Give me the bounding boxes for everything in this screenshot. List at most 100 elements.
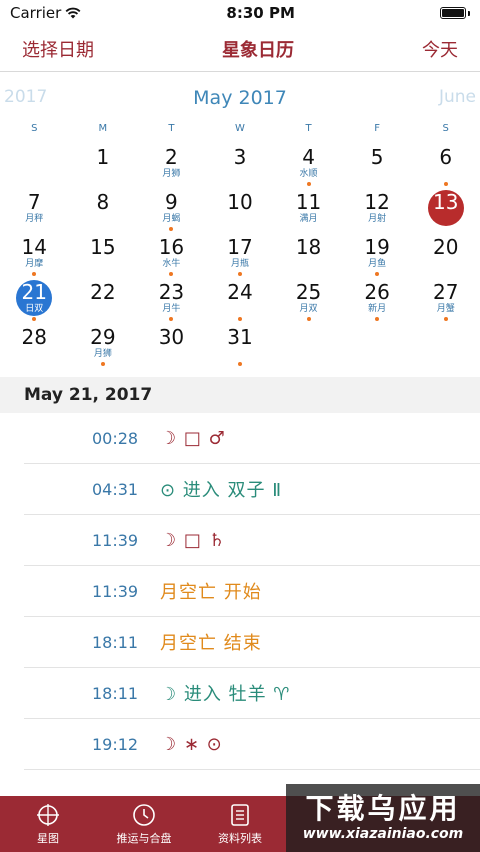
day-marker: 7 月秤 xyxy=(16,190,52,226)
battery-icon xyxy=(439,7,470,19)
day-marker: 17 月瓶 xyxy=(222,235,258,271)
event-row[interactable]: 18:11 月空亡 结束 xyxy=(24,617,480,668)
day-number: 19 xyxy=(364,235,390,259)
select-date-button[interactable]: 选择日期 xyxy=(22,36,94,62)
calendar-day[interactable]: 8 xyxy=(69,188,138,233)
day-marker: 24 xyxy=(222,280,258,316)
calendar-day[interactable]: 18 xyxy=(274,233,343,278)
calendar-day[interactable]: 1 xyxy=(69,143,138,188)
day-aspect-label: 月狮 xyxy=(93,349,112,359)
calendar-day[interactable]: 22 xyxy=(69,278,138,323)
day-number: 27 xyxy=(432,280,459,304)
day-aspect-label: 月射 xyxy=(368,214,387,224)
calendar-day[interactable]: 28 xyxy=(0,323,69,368)
calendar-day[interactable]: 13 xyxy=(411,188,480,233)
calendar-day[interactable]: 29 月狮 xyxy=(69,323,138,368)
tab-label: 星图 xyxy=(37,832,59,845)
event-row[interactable]: 19:12 ☽ ∗ ⊙ xyxy=(24,719,480,770)
calendar-day[interactable]: 10 xyxy=(206,188,275,233)
day-number: 29 xyxy=(90,325,116,349)
day-marker: 14 月摩 xyxy=(16,235,52,271)
day-aspect-label: 满月 xyxy=(299,214,318,224)
event-row[interactable]: 11:39 月空亡 开始 xyxy=(24,566,480,617)
day-number: 3 xyxy=(233,145,247,169)
tab-progressions[interactable]: 推运与合盘 xyxy=(96,796,192,852)
event-description: ☽ □ ♄ xyxy=(160,529,226,551)
day-number: 17 xyxy=(227,235,253,259)
day-marker: 12 月射 xyxy=(359,190,395,226)
calendar-day[interactable]: 27 月蟹 xyxy=(411,278,480,323)
event-row[interactable]: 00:28 ☽ □ ♂ xyxy=(24,413,480,464)
calendar-day[interactable]: 2 月狮 xyxy=(137,143,206,188)
weekday-header: S M T W T F S xyxy=(0,123,480,143)
calendar-day[interactable]: 21 日双 xyxy=(0,278,69,323)
day-marker: 27 月蟹 xyxy=(428,280,464,316)
day-marker: 25 月双 xyxy=(291,280,327,316)
calendar-empty-cell xyxy=(274,323,343,368)
next-month-label[interactable]: June xyxy=(439,87,476,107)
day-marker: 19 月鱼 xyxy=(359,235,395,271)
calendar-day[interactable]: 7 月秤 xyxy=(0,188,69,233)
day-marker: 28 xyxy=(16,325,52,361)
event-row[interactable]: 18:11 ☽ 进入 牡羊 ♈ xyxy=(24,668,480,719)
event-dot xyxy=(375,272,380,276)
calendar-day[interactable]: 25 月双 xyxy=(274,278,343,323)
calendar-day[interactable]: 5 xyxy=(343,143,412,188)
calendar-day[interactable]: 3 xyxy=(206,143,275,188)
event-row[interactable]: 04:31 ⊙ 进入 双子 Ⅱ xyxy=(24,464,480,515)
calendar-day[interactable]: 24 xyxy=(206,278,275,323)
day-marker: 26 新月 xyxy=(359,280,395,316)
day-aspect-label: 日双 xyxy=(25,304,44,314)
event-list: 00:28 ☽ □ ♂ 04:31 ⊙ 进入 双子 Ⅱ 11:39 ☽ □ ♄ 11:39 月… xyxy=(0,413,480,770)
today-button[interactable]: 今天 xyxy=(422,36,458,62)
day-aspect-label: 月摩 xyxy=(25,259,44,269)
day-marker: 13 xyxy=(427,190,464,226)
calendar-day[interactable]: 6 xyxy=(411,143,480,188)
calendar-day[interactable]: 9 月蝎 xyxy=(137,188,206,233)
weekday-label: S xyxy=(31,123,38,134)
day-number: 31 xyxy=(227,325,253,349)
day-marker: 30 xyxy=(153,325,189,361)
calendar-day[interactable]: 15 xyxy=(69,233,138,278)
calendar-day[interactable]: 20 xyxy=(411,233,480,278)
calendar-day[interactable]: 26 新月 xyxy=(343,278,412,323)
event-time: 11:39 xyxy=(92,581,139,601)
calendar-day[interactable]: 19 月鱼 xyxy=(343,233,412,278)
watermark-logo: 下载乌应用 www.xiazainiao.com xyxy=(286,784,480,852)
calendar-day[interactable]: 14 月摩 xyxy=(0,233,69,278)
calendar-day[interactable]: 30 xyxy=(137,323,206,368)
day-number: 4 xyxy=(302,145,315,169)
calendar-week: 7 月秤 8 9 月蝎 10 11 满月 12 月射 13 xyxy=(0,188,480,233)
day-number: 2 xyxy=(165,145,178,169)
current-month-label: May 2017 xyxy=(193,87,287,109)
tab-data-list[interactable]: 资料列表 xyxy=(192,796,288,852)
day-number: 25 xyxy=(295,280,322,304)
weekday-label: T xyxy=(168,123,175,134)
calendar-day[interactable]: 11 满月 xyxy=(274,188,343,233)
calendar-day[interactable]: 4 水顺 xyxy=(274,143,343,188)
day-number: 18 xyxy=(295,235,322,259)
weekday-label: S xyxy=(442,123,449,134)
event-description: ☽ □ ♂ xyxy=(160,427,226,449)
tab-star-chart[interactable]: 星图 xyxy=(0,796,96,852)
day-number: 13 xyxy=(432,190,459,214)
calendar-day[interactable]: 12 月射 xyxy=(343,188,412,233)
event-description: 月空亡 开始 xyxy=(160,582,262,603)
day-number: 9 xyxy=(165,190,178,214)
event-row[interactable]: 11:39 ☽ □ ♄ xyxy=(24,515,480,566)
calendar-day[interactable]: 16 水牛 xyxy=(137,233,206,278)
day-marker: 16 水牛 xyxy=(153,235,189,271)
day-aspect-label: 月瓶 xyxy=(230,259,249,269)
day-number: 8 xyxy=(96,190,110,214)
day-marker: 18 xyxy=(291,235,327,271)
calendar-week: 14 月摩 15 16 水牛 17 月瓶 18 19 月鱼 20 xyxy=(0,233,480,278)
day-aspect-label: 月鱼 xyxy=(368,259,387,269)
calendar-day[interactable]: 17 月瓶 xyxy=(206,233,275,278)
carrier-label: Carrier xyxy=(10,4,62,22)
status-left: Carrier xyxy=(10,4,81,22)
calendar-day[interactable]: 31 xyxy=(206,323,275,368)
calendar-day[interactable]: 23 月牛 xyxy=(137,278,206,323)
day-number: 28 xyxy=(21,325,47,349)
calendar-week: 21 日双 22 23 月牛 24 25 月双 26 新月 27 月蟹 xyxy=(0,278,480,323)
watermark-url: www.xiazainiao.com xyxy=(302,826,464,842)
